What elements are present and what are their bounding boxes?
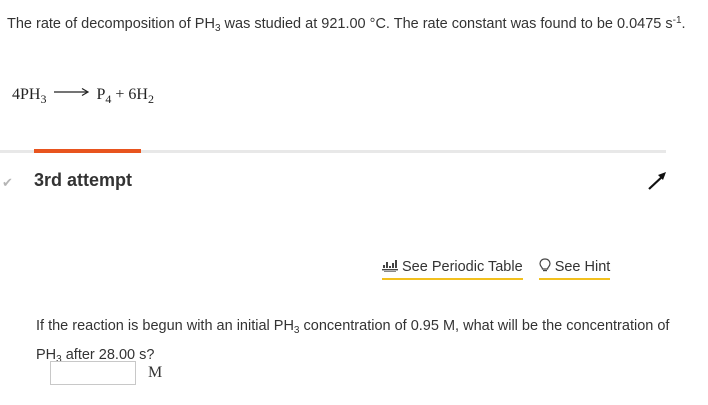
intro-superscript-1: -1: [672, 15, 682, 26]
intro-text-1: The rate of decomposition of PH: [7, 16, 215, 32]
intro-text-2: was studied at 921.00 °C. The rate const…: [220, 16, 673, 32]
product-2-subscript: 2: [147, 92, 154, 106]
attempt-label: 3rd attempt: [34, 170, 133, 190]
see-periodic-table-label: See Periodic Table: [402, 259, 523, 275]
reactant-formula: 4PH: [12, 86, 41, 103]
problem-intro: The rate of decomposition of PH3 was stu…: [7, 8, 687, 42]
see-hint-link[interactable]: See Hint: [538, 258, 611, 280]
tool-links: See Periodic Table See Hint: [382, 258, 611, 280]
answer-unit: M: [148, 364, 163, 381]
question-text-1: If the reaction is begun with an initial…: [36, 318, 294, 334]
reaction-arrow-icon: [54, 87, 90, 97]
see-periodic-table-link[interactable]: See Periodic Table: [382, 259, 523, 280]
check-icon: ✔: [2, 175, 13, 190]
lightbulb-icon: [539, 258, 551, 272]
attempt-progress-bar: [34, 149, 141, 153]
plus-sign: +: [111, 86, 129, 103]
product-2-formula: 6H: [128, 86, 148, 103]
see-hint-label: See Hint: [554, 259, 611, 275]
periodic-table-icon: [382, 260, 398, 272]
reaction-equation: 4PH3 P4 + 6H2: [12, 86, 154, 107]
expand-arrow-icon[interactable]: [646, 170, 668, 192]
intro-text-3: .: [681, 16, 686, 32]
reactant-subscript: 3: [40, 92, 47, 106]
answer-input[interactable]: [50, 361, 136, 385]
